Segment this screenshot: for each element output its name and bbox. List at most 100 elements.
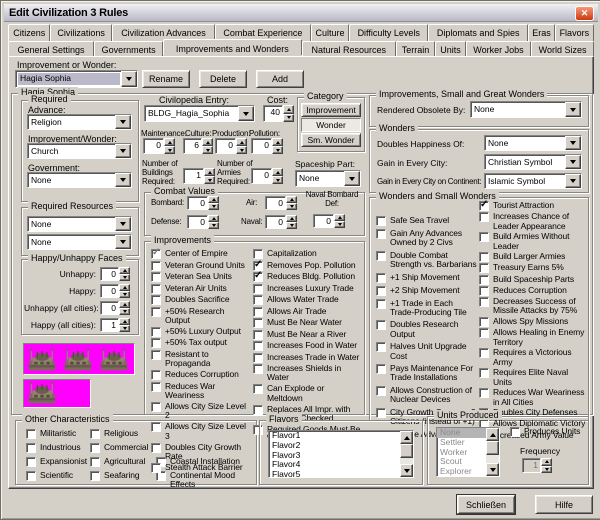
spin-down-button[interactable] bbox=[119, 325, 130, 332]
checkbox[interactable] bbox=[376, 273, 386, 283]
required-improvement-dropdown[interactable]: Church bbox=[27, 143, 132, 159]
maintenance-spinner[interactable]: 0 bbox=[143, 138, 175, 154]
checkbox-religious[interactable]: Religious bbox=[90, 429, 154, 439]
checkbox[interactable] bbox=[90, 471, 100, 481]
naval-bombard-def-spinner[interactable]: 0 bbox=[313, 214, 345, 228]
checkbox-50-luxury-output[interactable]: +50% Luxury Output bbox=[151, 327, 251, 337]
gain-every-city-dropdown[interactable]: Christian Symbol bbox=[484, 154, 582, 170]
dropdown-arrow-button[interactable] bbox=[115, 235, 131, 249]
checkbox-increases-luxury-trade[interactable]: Increases Luxury Trade bbox=[253, 284, 361, 294]
pollution-spinner[interactable]: 0 bbox=[251, 138, 283, 154]
spin-down-button[interactable] bbox=[208, 222, 219, 229]
checkbox-decreases-success-of-missile-attacks-by-75[interactable]: Decreases Success of Missile Attacks by … bbox=[479, 297, 586, 316]
checkbox[interactable] bbox=[253, 353, 263, 363]
checkbox-halves-unit-upgrade-cost[interactable]: Halves Unit Upgrade Cost bbox=[376, 342, 478, 361]
spin-up-button[interactable] bbox=[202, 138, 213, 146]
checkbox[interactable] bbox=[479, 348, 489, 358]
improvement-or-wonder-dropdown[interactable]: Hagia Sophia bbox=[15, 70, 138, 88]
checkbox[interactable] bbox=[479, 317, 489, 327]
air-value[interactable]: 0 bbox=[265, 196, 286, 210]
dropdown-arrow-button[interactable] bbox=[115, 217, 131, 231]
checkbox[interactable] bbox=[26, 429, 36, 439]
checkbox[interactable] bbox=[376, 386, 386, 396]
checkbox[interactable] bbox=[479, 275, 489, 285]
spin-down-button[interactable] bbox=[272, 176, 283, 184]
culture-spinner[interactable]: 6 bbox=[183, 138, 213, 154]
checkbox[interactable] bbox=[479, 328, 489, 338]
checkbox[interactable] bbox=[253, 341, 263, 351]
checkbox-doubles-city-growth-rate[interactable]: Doubles City Growth Rate bbox=[151, 443, 251, 462]
checkbox[interactable] bbox=[151, 295, 161, 305]
checkbox-capitalization[interactable]: Capitalization bbox=[253, 249, 361, 259]
spin-down-button[interactable] bbox=[236, 146, 247, 154]
list-item-flavor5[interactable]: Flavor5 bbox=[269, 470, 400, 477]
resource-2-dropdown[interactable]: None bbox=[27, 234, 132, 250]
category-sm-wonder-button[interactable]: Sm. Wonder bbox=[301, 133, 361, 147]
checkbox[interactable] bbox=[151, 402, 161, 412]
tab-general-settings[interactable]: General Settings bbox=[8, 41, 94, 57]
checkbox[interactable] bbox=[253, 284, 263, 294]
checkbox-double-combat-strength-vs-barbarians[interactable]: Double Combat Strength vs. Barbarians bbox=[376, 251, 478, 270]
checkbox[interactable] bbox=[151, 338, 161, 348]
checkbox[interactable] bbox=[151, 422, 161, 432]
checkbox-veteran-ground-units[interactable]: Veteran Ground Units bbox=[151, 261, 251, 271]
government-dropdown[interactable]: None bbox=[27, 172, 132, 188]
checkbox-requires-a-victorious-army[interactable]: Requires a Victorious Army bbox=[479, 348, 586, 367]
checkbox[interactable] bbox=[376, 342, 386, 352]
checkbox[interactable] bbox=[151, 463, 161, 473]
armies-required-spinner[interactable]: 0 bbox=[251, 168, 283, 184]
spin-up-button[interactable] bbox=[204, 168, 215, 176]
spin-down-button[interactable] bbox=[202, 146, 213, 154]
culture-value[interactable]: 6 bbox=[183, 138, 202, 154]
checkbox-agricultural[interactable]: Agricultural bbox=[90, 457, 154, 467]
checkbox-reduces-corruption[interactable]: Reduces Corruption bbox=[479, 286, 586, 296]
bombard-value[interactable]: 0 bbox=[187, 196, 208, 210]
checkbox-scientific[interactable]: Scientific bbox=[26, 471, 88, 481]
spinner-unhappy-all-cities[interactable]: 0 bbox=[100, 301, 130, 315]
checkbox-commercial[interactable]: Commercial bbox=[90, 443, 154, 453]
title-bar[interactable]: Edit Civilization 3 Rules ✕ bbox=[4, 4, 598, 22]
spin-up-button[interactable] bbox=[119, 318, 130, 325]
rendered-obsolete-dropdown[interactable]: None bbox=[470, 101, 582, 118]
spin-down-button[interactable] bbox=[286, 222, 297, 229]
checkbox-reduces-bldg-pollution[interactable]: Reduces Bldg. Pollution bbox=[253, 272, 361, 282]
add-button[interactable]: Add bbox=[256, 70, 304, 88]
delete-button[interactable]: Delete bbox=[199, 70, 247, 88]
spinner-value[interactable]: 1 bbox=[100, 318, 119, 332]
checkbox-pays-maintenance-for-trade-installations[interactable]: Pays Maintenance For Trade Installations bbox=[376, 364, 478, 383]
tab-culture[interactable]: Culture bbox=[311, 24, 350, 41]
checkbox-stealth-attack-barrier[interactable]: Stealth Attack Barrier bbox=[151, 463, 251, 473]
spin-up-button[interactable] bbox=[272, 168, 283, 176]
checkbox-must-be-near-water[interactable]: Must Be Near Water bbox=[253, 318, 361, 328]
naval-bombard-def-value[interactable]: 0 bbox=[313, 214, 334, 228]
tab-terrain[interactable]: Terrain bbox=[396, 41, 435, 57]
close-button[interactable]: ✕ bbox=[575, 6, 594, 21]
spin-up-button[interactable] bbox=[164, 138, 175, 146]
production-value[interactable]: 0 bbox=[215, 138, 236, 154]
checkbox[interactable] bbox=[253, 384, 263, 394]
checkbox[interactable] bbox=[376, 251, 386, 261]
scrollbar-up-button[interactable] bbox=[400, 431, 413, 444]
flavors-scrollbar[interactable] bbox=[400, 431, 413, 477]
checkbox-safe-sea-travel[interactable]: Safe Sea Travel bbox=[376, 216, 478, 226]
civilopedia-entry-dropdown[interactable]: BLDG_Hagia_Sophia bbox=[144, 105, 255, 122]
checkbox[interactable] bbox=[90, 443, 100, 453]
checkbox-reduces-war-weariness-in-all-cities[interactable]: Reduces War Weariness in All Cities bbox=[479, 388, 586, 407]
category-wonder-button[interactable]: Wonder bbox=[301, 118, 361, 132]
checkbox[interactable] bbox=[26, 457, 36, 467]
checkbox[interactable] bbox=[253, 307, 263, 317]
checkbox-militaristic[interactable]: Militaristic bbox=[26, 429, 88, 439]
checkbox[interactable] bbox=[479, 212, 489, 222]
checkbox-gain-any-advances-owned-by-2-civs[interactable]: Gain Any Advances Owned by 2 Civs bbox=[376, 229, 478, 248]
advance-dropdown[interactable]: Religion bbox=[27, 114, 132, 130]
checkbox[interactable] bbox=[479, 252, 489, 262]
dropdown-arrow-button[interactable] bbox=[565, 136, 581, 150]
checkbox[interactable] bbox=[151, 370, 161, 380]
spinner-value[interactable]: 0 bbox=[100, 267, 119, 281]
checkbox[interactable] bbox=[253, 364, 263, 374]
naval-value[interactable]: 0 bbox=[265, 215, 286, 229]
defense-spinner[interactable]: 0 bbox=[187, 215, 219, 229]
checkbox[interactable] bbox=[26, 471, 36, 481]
spin-up-button[interactable] bbox=[119, 284, 130, 291]
rename-button[interactable]: Rename bbox=[142, 70, 190, 88]
